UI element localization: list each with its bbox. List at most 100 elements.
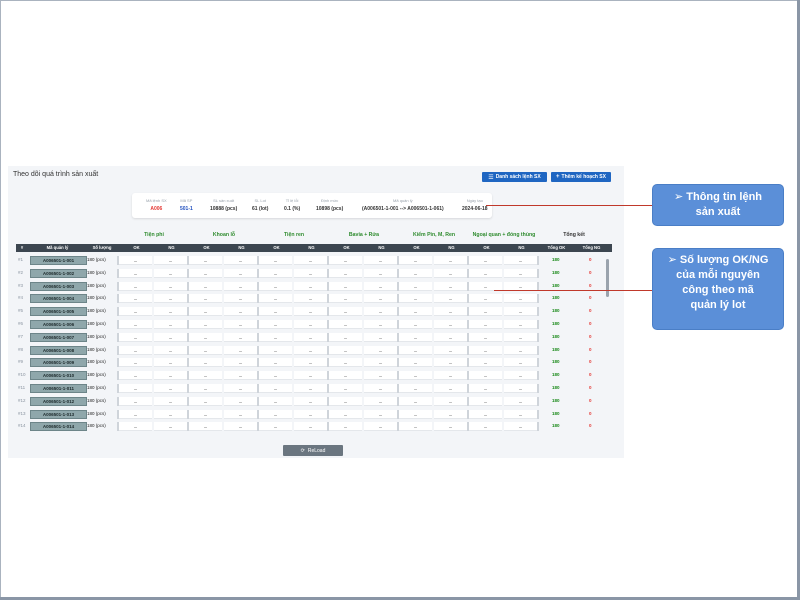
lot-code[interactable]: A006501-1-003 xyxy=(30,281,87,291)
lot-code[interactable]: A006501-1-004 xyxy=(30,294,87,304)
lot-quantity: 180 (pcs) xyxy=(87,372,106,378)
ng-cell: _ xyxy=(224,320,257,329)
total-ok-value: 180 xyxy=(552,385,560,390)
ng-cell: _ xyxy=(434,384,467,393)
total-ok-value: 180 xyxy=(552,269,560,275)
summary-title: Tổng kết xyxy=(563,232,585,238)
lot-code[interactable]: A006501-1-009 xyxy=(30,358,87,368)
row-index: #9 xyxy=(18,359,24,365)
total-ng-value: 0 xyxy=(589,257,592,262)
header-total-ok: Tổng OK xyxy=(547,245,566,250)
ok-cell: _ xyxy=(259,281,292,291)
reload-button[interactable]: ⟳ ReLoad xyxy=(283,445,343,456)
ok-cell: _ xyxy=(259,409,292,419)
ng-cell: _ xyxy=(294,384,327,393)
header-ok: OK xyxy=(483,245,490,250)
ok-cell: _ xyxy=(189,358,222,368)
ng-cell: _ xyxy=(504,396,537,406)
ng-cell: _ xyxy=(504,307,537,317)
column-separator xyxy=(537,268,539,278)
header-ng: NG xyxy=(518,245,525,250)
total-ok-value: 180 xyxy=(552,295,560,301)
lot-code[interactable]: A006501-1-008 xyxy=(30,345,87,355)
lot-code[interactable]: A006501-1-014 xyxy=(30,422,87,432)
info-value: 2024-06-18 xyxy=(462,206,488,212)
add-production-plan-button[interactable]: + Thêm kế hoạch SX xyxy=(551,172,611,182)
ok-cell: _ xyxy=(399,371,432,381)
ng-cell: _ xyxy=(364,320,397,329)
lot-code[interactable]: A006501-1-013 xyxy=(30,409,87,419)
header-ng: NG xyxy=(378,245,385,250)
ok-cell: _ xyxy=(119,396,152,406)
ng-cell: _ xyxy=(364,256,397,265)
total-ng-value: 0 xyxy=(589,346,592,352)
ok-cell: _ xyxy=(329,320,362,329)
ng-cell: _ xyxy=(224,345,257,355)
panel-title: Theo dõi quá trình sản xuất xyxy=(13,171,99,178)
ok-cell: _ xyxy=(469,332,502,342)
column-separator xyxy=(537,358,539,368)
lot-code[interactable]: A006501-1-002 xyxy=(30,268,87,278)
ok-cell: _ xyxy=(259,422,292,432)
info-value: 61 (lot) xyxy=(252,206,269,212)
lot-code[interactable]: A006501-1-006 xyxy=(30,320,87,329)
callout-info-line-1: ➢ Thông tin lệnh xyxy=(673,191,763,203)
ng-cell: _ xyxy=(434,307,467,317)
ok-cell: _ xyxy=(469,320,502,329)
ok-cell: _ xyxy=(119,358,152,368)
lot-code[interactable]: A006501-1-012 xyxy=(30,396,87,406)
ok-cell: _ xyxy=(189,320,222,329)
ng-cell: _ xyxy=(154,256,187,265)
total-ok-value: 180 xyxy=(552,257,560,262)
info-field: SL sản xuất 10888 (pcs) xyxy=(210,198,237,212)
total-ok-value: 180 xyxy=(552,282,560,288)
ok-cell: _ xyxy=(399,358,432,368)
production-order-list-button[interactable]: ☰ Danh sách lệnh SX xyxy=(482,172,547,182)
ng-cell: _ xyxy=(364,281,397,291)
lot-code[interactable]: A006501-1-011 xyxy=(30,384,87,393)
callout-okng-line-2: của mỗi nguyên xyxy=(676,269,760,281)
ok-cell: _ xyxy=(399,294,432,304)
column-separator xyxy=(537,307,539,317)
ng-cell: _ xyxy=(154,345,187,355)
row-index: #3 xyxy=(18,282,24,288)
lot-quantity: 180 (pcs) xyxy=(87,295,106,301)
column-separator xyxy=(537,294,539,304)
ok-cell: _ xyxy=(119,371,152,381)
ng-cell: _ xyxy=(434,320,467,329)
ok-cell: _ xyxy=(189,294,222,304)
row-index: #6 xyxy=(18,321,24,326)
lot-code[interactable]: A006501-1-010 xyxy=(30,371,87,381)
table-row: #1 A006501-1-001 180 (pcs) _ _ _ _ _ _ _ _ _ _ _ _ 180 0 xyxy=(16,256,612,266)
ng-cell: _ xyxy=(154,384,187,393)
lot-code[interactable]: A006501-1-005 xyxy=(30,307,87,317)
ng-cell: _ xyxy=(224,268,257,278)
ok-cell: _ xyxy=(399,422,432,432)
lot-code[interactable]: A006501-1-001 xyxy=(30,256,87,265)
reload-icon: ⟳ xyxy=(300,447,305,454)
ng-cell: _ xyxy=(224,371,257,381)
lot-quantity: 180 (pcs) xyxy=(87,308,106,314)
ok-cell: _ xyxy=(399,384,432,393)
row-index: #14 xyxy=(18,423,26,429)
table-scrollbar[interactable] xyxy=(606,259,609,297)
ng-cell: _ xyxy=(294,345,327,355)
info-label: SL Lot xyxy=(254,198,266,203)
header-ng: NG xyxy=(238,245,245,250)
ng-cell: _ xyxy=(434,396,467,406)
ok-cell: _ xyxy=(329,409,362,419)
lot-code[interactable]: A006501-1-007 xyxy=(30,332,87,342)
info-value: 501-1 xyxy=(180,206,193,212)
info-label: Ngày tạo xyxy=(466,198,483,203)
lot-quantity: 180 (pcs) xyxy=(87,321,106,326)
ng-cell: _ xyxy=(154,371,187,381)
ok-cell: _ xyxy=(119,281,152,291)
ng-cell: _ xyxy=(294,422,327,432)
lot-quantity: 180 (pcs) xyxy=(87,397,106,403)
row-index: #7 xyxy=(18,333,24,339)
ok-cell: _ xyxy=(119,422,152,432)
ng-cell: _ xyxy=(504,268,537,278)
ok-cell: _ xyxy=(329,307,362,317)
table-header: # Mã quản lý Số lượng OK NG OK NG OK NG OK NG OK NG O… xyxy=(16,244,612,252)
total-ok-value: 180 xyxy=(552,321,560,326)
